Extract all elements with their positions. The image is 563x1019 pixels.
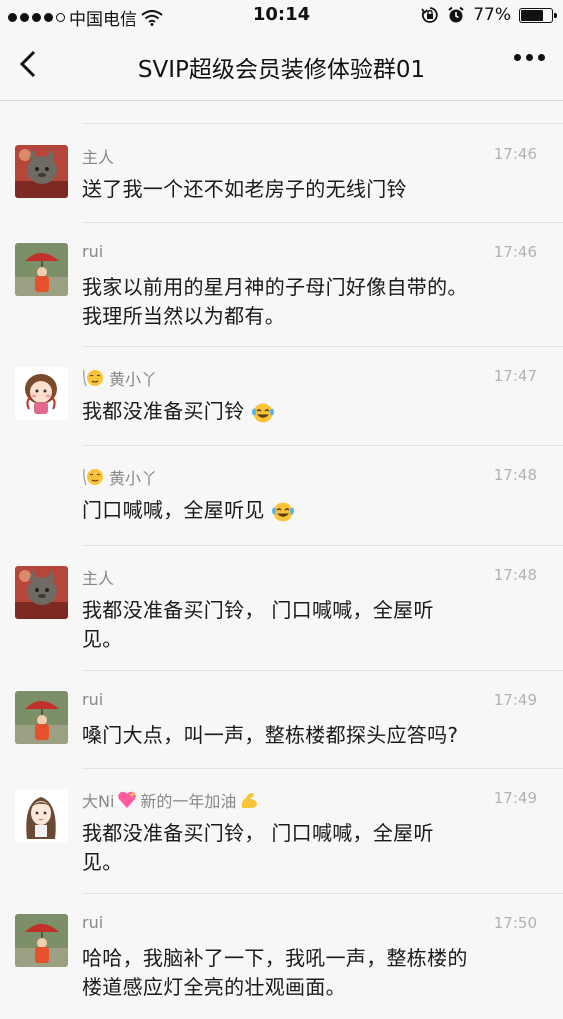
sparkling-heart-icon [118, 791, 137, 808]
sender-name[interactable]: rui [82, 913, 103, 932]
message-text[interactable]: 哈哈，我脑补了一下，我吼一声，整栋楼的 楼道感应灯全亮的壮观画面。 [82, 944, 522, 1002]
message-line: 我都没准备买门铃 [82, 397, 522, 426]
message-item[interactable]: 主人 17:48 我都没准备买门铃， 门口喊喊，全屋听 见。 [0, 546, 563, 671]
message-item[interactable]: 大Ni 新的一年加油 17:49 我都没准备买门铃， 门口喊喊，全屋听 见。 [0, 769, 563, 894]
battery-icon [519, 7, 557, 23]
message-line: 门口喊喊，全屋听见 [82, 496, 522, 525]
message-item[interactable]: rui 17:46 我家以前用的星月神的子母门好像自带的。 我理所当然以为都有。 [0, 223, 563, 347]
chat-title: SVIP超级会员装修体验群01 [137, 57, 426, 83]
message-item[interactable]: 主人 17:46 送了我一个还不如老房子的无线门铃 [0, 125, 563, 223]
message-text[interactable]: 门口喊喊，全屋听见 [82, 496, 522, 525]
battery-percent: 77% [473, 5, 511, 25]
message-text[interactable]: 送了我一个还不如老房子的无线门铃 [82, 175, 522, 204]
nav-bar: SVIP超级会员装修体验群01 [0, 30, 563, 101]
avatar-rui[interactable] [15, 914, 68, 967]
sender-name[interactable]: 主人 [82, 144, 114, 168]
avatar-rui[interactable] [15, 691, 68, 744]
message-item[interactable]: 黄小丫 17:47 我都没准备买门铃 [0, 347, 563, 446]
message-line: 楼道感应灯全亮的壮观画面。 [82, 975, 346, 999]
status-right: 77% [421, 5, 557, 25]
message-time: 17:48 [493, 566, 537, 584]
relieved-face-icon [83, 468, 103, 486]
relieved-face-icon [83, 369, 103, 387]
message-item[interactable]: rui 17:49 嗓门大点，叫一声，整栋楼都探头应答吗? [0, 671, 563, 769]
avatar-huang-xiaoya[interactable] [15, 367, 68, 420]
message-line: 见。 [82, 850, 123, 874]
message-text[interactable]: 我家以前用的星月神的子母门好像自带的。 我理所当然以为都有。 [82, 273, 522, 331]
flexed-biceps-icon [242, 793, 258, 808]
message-item[interactable]: rui 17:50 哈哈，我脑补了一下，我吼一声，整栋楼的 楼道感应灯全亮的壮观… [0, 894, 563, 1019]
message-text[interactable]: 我都没准备买门铃， 门口喊喊，全屋听 见。 [82, 819, 522, 877]
message-time: 17:46 [493, 145, 537, 163]
message-line: 我都没准备买门铃， 门口喊喊，全屋听 [82, 821, 434, 845]
message-line: 我都没准备买门铃， 门口喊喊，全屋听 [82, 598, 434, 622]
sender-name[interactable]: 黄小丫 [82, 465, 157, 489]
message-line: 我家以前用的星月神的子母门好像自带的。 [82, 275, 468, 299]
status-bar: 中国电信 10:14 77% [0, 0, 563, 30]
message-time: 17:48 [493, 466, 537, 484]
divider [82, 123, 563, 124]
sender-name[interactable]: 主人 [82, 565, 114, 589]
message-time: 17:49 [493, 691, 537, 709]
message-time: 17:49 [493, 789, 537, 807]
alarm-icon [448, 6, 464, 23]
message-line: 我理所当然以为都有。 [82, 304, 285, 328]
avatar-owner[interactable] [15, 145, 68, 198]
message-line: 嗓门大点，叫一声，整栋楼都探头应答吗? [82, 723, 459, 747]
message-time: 17:50 [493, 914, 537, 932]
more-options-icon[interactable] [514, 54, 545, 61]
avatar-rui[interactable] [15, 243, 68, 296]
tears-of-joy-icon [252, 403, 275, 422]
avatar-owner[interactable] [15, 566, 68, 619]
message-line: 见。 [82, 627, 123, 651]
message-text[interactable]: 我都没准备买门铃 [82, 397, 522, 426]
sender-name[interactable]: rui [82, 242, 103, 261]
sender-name[interactable]: 大Ni 新的一年加油 [82, 788, 259, 812]
tears-of-joy-icon [272, 502, 295, 521]
message-time: 17:47 [493, 367, 537, 385]
message-text[interactable]: 嗓门大点，叫一声，整栋楼都探头应答吗? [82, 721, 522, 750]
message-item[interactable]: 黄小丫 17:48 门口喊喊，全屋听见 [0, 446, 563, 546]
message-text[interactable]: 我都没准备买门铃， 门口喊喊，全屋听 见。 [82, 596, 522, 654]
message-line: 送了我一个还不如老房子的无线门铃 [82, 177, 407, 201]
message-line: 哈哈，我脑补了一下，我吼一声，整栋楼的 [82, 946, 468, 970]
sender-name[interactable]: 黄小丫 [82, 366, 157, 390]
message-time: 17:46 [493, 243, 537, 261]
orientation-lock-icon [421, 7, 438, 23]
avatar-da-ni[interactable] [15, 789, 68, 842]
sender-name[interactable]: rui [82, 690, 103, 709]
